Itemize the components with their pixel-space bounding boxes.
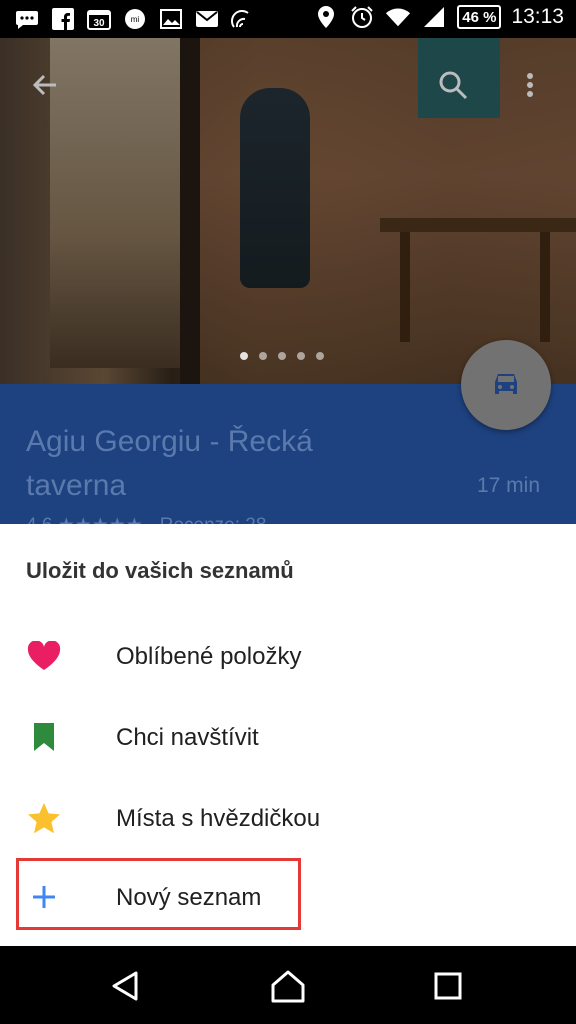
more-vert-icon[interactable] xyxy=(522,68,538,102)
search-icon[interactable] xyxy=(436,68,470,102)
system-icons: 46 % 13:13 xyxy=(313,4,564,30)
system-nav-bar xyxy=(0,946,576,1024)
chat-icon xyxy=(14,6,40,32)
mail-icon xyxy=(194,6,220,32)
pager-dot[interactable] xyxy=(240,352,248,360)
mi-icon: mi xyxy=(122,6,148,32)
svg-text:mi: mi xyxy=(131,15,140,24)
place-name: Agiu Georgiu - Řecká taverna xyxy=(26,425,313,502)
list-item-label: Místa s hvězdičkou xyxy=(116,805,321,832)
nav-recents-icon[interactable] xyxy=(430,968,466,1004)
directions-button[interactable] xyxy=(461,340,551,430)
signal-icon xyxy=(421,4,447,30)
alarm-icon xyxy=(349,4,375,30)
pager-dot[interactable] xyxy=(259,352,267,360)
location-icon xyxy=(313,4,339,30)
calendar-icon: 30 xyxy=(86,6,112,32)
highlight-box xyxy=(16,858,301,930)
clock: 13:13 xyxy=(511,5,564,28)
sheet-title: Uložit do vašich seznamů xyxy=(26,558,294,583)
place-photo[interactable] xyxy=(0,38,576,384)
save-to-lists-sheet: Uložit do vašich seznamů Oblíbené položk… xyxy=(0,524,576,946)
heart-icon xyxy=(26,638,62,674)
travel-time: 17 min xyxy=(476,474,540,497)
photo-pager[interactable] xyxy=(240,352,324,360)
list-item-starred-places[interactable]: Místa s hvězdičkou xyxy=(0,778,576,858)
nav-back-icon[interactable] xyxy=(108,968,144,1004)
list-item-label: Chci navštívit xyxy=(116,724,259,751)
pager-dot[interactable] xyxy=(316,352,324,360)
star-icon xyxy=(26,800,62,836)
list-item-favorites[interactable]: Oblíbené položky xyxy=(0,616,576,696)
battery-indicator: 46 % xyxy=(457,5,502,29)
image-icon xyxy=(158,6,184,32)
list-item-label: Oblíbené položky xyxy=(116,643,302,670)
pager-dot[interactable] xyxy=(278,352,286,360)
svg-text:30: 30 xyxy=(93,18,105,29)
facebook-icon xyxy=(50,6,76,32)
list-item-want-to-go[interactable]: Chci navštívit xyxy=(0,697,576,777)
bookmark-icon xyxy=(26,719,62,755)
notification-icons: 30 mi xyxy=(14,6,256,32)
arrow-back-icon[interactable] xyxy=(28,68,62,102)
nav-home-icon[interactable] xyxy=(270,968,306,1004)
wifi-icon xyxy=(385,4,411,30)
pager-dot[interactable] xyxy=(297,352,305,360)
status-bar: 30 mi 46 % 13:13 xyxy=(0,0,576,38)
nfc-icon xyxy=(230,6,256,32)
car-icon xyxy=(495,374,517,394)
